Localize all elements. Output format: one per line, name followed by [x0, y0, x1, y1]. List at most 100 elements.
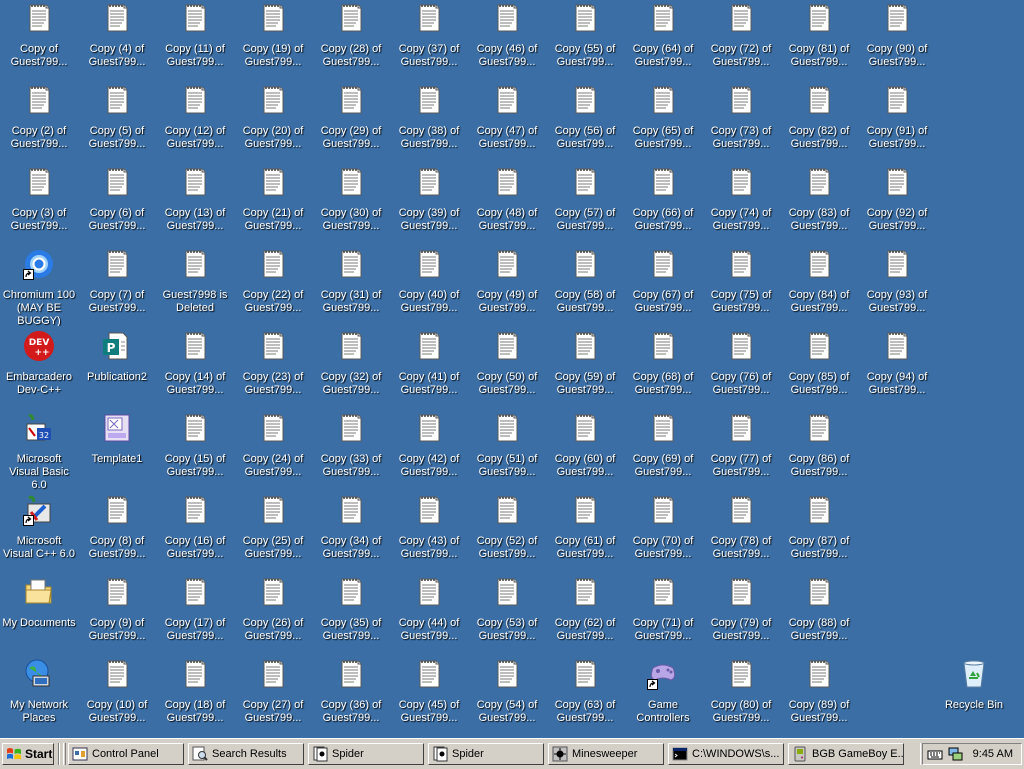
desktop-icon[interactable]: Copy (21) of Guest799...: [234, 164, 312, 244]
desktop-icon[interactable]: Copy (33) of Guest799...: [312, 410, 390, 490]
desktop-icon[interactable]: Copy (4) of Guest799...: [78, 0, 156, 80]
desktop-icon[interactable]: Copy (32) of Guest799...: [312, 328, 390, 408]
desktop-icon[interactable]: Copy (50) of Guest799...: [468, 328, 546, 408]
taskbar-button[interactable]: Spider: [308, 743, 424, 765]
desktop-icon[interactable]: Copy (20) of Guest799...: [234, 82, 312, 162]
desktop-icon[interactable]: Copy (72) of Guest799...: [702, 0, 780, 80]
desktop-icon[interactable]: Copy (53) of Guest799...: [468, 574, 546, 654]
desktop-icon[interactable]: Copy (61) of Guest799...: [546, 492, 624, 572]
desktop-icon[interactable]: Copy (49) of Guest799...: [468, 246, 546, 326]
desktop-icon[interactable]: Copy (47) of Guest799...: [468, 82, 546, 162]
keyboard-icon[interactable]: [927, 746, 943, 762]
desktop-icon[interactable]: Copy (15) of Guest799...: [156, 410, 234, 490]
desktop-icon[interactable]: Copy (83) of Guest799...: [780, 164, 858, 244]
desktop-icon[interactable]: Copy (56) of Guest799...: [546, 82, 624, 162]
desktop-icon[interactable]: Copy of Guest799...: [0, 0, 78, 80]
desktop-icon[interactable]: Copy (69) of Guest799...: [624, 410, 702, 490]
desktop-icon[interactable]: Copy (88) of Guest799...: [780, 574, 858, 654]
taskbar-button[interactable]: Search Results: [188, 743, 304, 765]
desktop-icon[interactable]: Copy (12) of Guest799...: [156, 82, 234, 162]
desktop-icon[interactable]: My Documents: [0, 574, 78, 654]
desktop-icon[interactable]: Copy (36) of Guest799...: [312, 656, 390, 736]
desktop-icon[interactable]: Template1: [78, 410, 156, 490]
desktop-icon[interactable]: Copy (57) of Guest799...: [546, 164, 624, 244]
desktop-icon[interactable]: Copy (87) of Guest799...: [780, 492, 858, 572]
taskbar-button[interactable]: Minesweeper: [548, 743, 664, 765]
taskbar-button[interactable]: BGB GameBoy E...: [788, 743, 904, 765]
desktop-icon[interactable]: Copy (46) of Guest799...: [468, 0, 546, 80]
desktop-icon[interactable]: Copy (44) of Guest799...: [390, 574, 468, 654]
desktop-icon[interactable]: Copy (82) of Guest799...: [780, 82, 858, 162]
desktop-icon[interactable]: Copy (40) of Guest799...: [390, 246, 468, 326]
desktop-icon[interactable]: Copy (77) of Guest799...: [702, 410, 780, 490]
desktop-icon[interactable]: Copy (70) of Guest799...: [624, 492, 702, 572]
clock[interactable]: 9:45 AM: [973, 748, 1013, 760]
desktop-icon[interactable]: Game Controllers: [624, 656, 702, 736]
network-tray-icon[interactable]: [947, 746, 963, 762]
desktop-icon[interactable]: Copy (91) of Guest799...: [858, 82, 936, 162]
desktop-icon[interactable]: Copy (13) of Guest799...: [156, 164, 234, 244]
desktop-icon[interactable]: Copy (5) of Guest799...: [78, 82, 156, 162]
desktop-icon[interactable]: Copy (6) of Guest799...: [78, 164, 156, 244]
taskbar-button[interactable]: C:\WINDOWS\s...: [668, 743, 784, 765]
desktop-icon[interactable]: Copy (54) of Guest799...: [468, 656, 546, 736]
desktop-icon[interactable]: Copy (38) of Guest799...: [390, 82, 468, 162]
desktop-icon[interactable]: Chromium 100 (MAY BE BUGGY): [0, 246, 78, 326]
desktop-icon[interactable]: Copy (24) of Guest799...: [234, 410, 312, 490]
desktop-icon[interactable]: Copy (94) of Guest799...: [858, 328, 936, 408]
desktop-icon[interactable]: Copy (68) of Guest799...: [624, 328, 702, 408]
desktop-icon[interactable]: Copy (93) of Guest799...: [858, 246, 936, 326]
desktop-icon[interactable]: Copy (22) of Guest799...: [234, 246, 312, 326]
desktop-icon[interactable]: Copy (43) of Guest799...: [390, 492, 468, 572]
desktop-icon[interactable]: Microsoft Visual C++ 6.0: [0, 492, 78, 572]
desktop-icon[interactable]: Copy (9) of Guest799...: [78, 574, 156, 654]
desktop-icon[interactable]: Copy (23) of Guest799...: [234, 328, 312, 408]
desktop-icon[interactable]: Copy (11) of Guest799...: [156, 0, 234, 80]
desktop-icon[interactable]: Copy (52) of Guest799...: [468, 492, 546, 572]
desktop-icon[interactable]: Copy (29) of Guest799...: [312, 82, 390, 162]
desktop-icon[interactable]: Copy (18) of Guest799...: [156, 656, 234, 736]
desktop-icon[interactable]: Copy (42) of Guest799...: [390, 410, 468, 490]
desktop-icon[interactable]: Copy (39) of Guest799...: [390, 164, 468, 244]
desktop-icon[interactable]: Copy (27) of Guest799...: [234, 656, 312, 736]
desktop-icon[interactable]: Copy (81) of Guest799...: [780, 0, 858, 80]
desktop-icon[interactable]: P Publication2: [78, 328, 156, 408]
start-button[interactable]: Start: [2, 743, 54, 765]
desktop-icon[interactable]: Copy (79) of Guest799...: [702, 574, 780, 654]
desktop-icon[interactable]: Copy (90) of Guest799...: [858, 0, 936, 80]
desktop-icon[interactable]: Copy (19) of Guest799...: [234, 0, 312, 80]
desktop-icon[interactable]: Copy (10) of Guest799...: [78, 656, 156, 736]
desktop-icon[interactable]: Copy (80) of Guest799...: [702, 656, 780, 736]
desktop-icon[interactable]: Copy (71) of Guest799...: [624, 574, 702, 654]
desktop-icon[interactable]: Copy (8) of Guest799...: [78, 492, 156, 572]
desktop-icon[interactable]: My Network Places: [0, 656, 78, 736]
desktop-icon[interactable]: Copy (78) of Guest799...: [702, 492, 780, 572]
desktop-icon[interactable]: Copy (73) of Guest799...: [702, 82, 780, 162]
desktop-icon[interactable]: Copy (16) of Guest799...: [156, 492, 234, 572]
desktop-icon[interactable]: Recycle Bin: [935, 656, 1013, 736]
desktop-icon[interactable]: Copy (66) of Guest799...: [624, 164, 702, 244]
desktop-icon[interactable]: Copy (59) of Guest799...: [546, 328, 624, 408]
desktop-icon[interactable]: Copy (60) of Guest799...: [546, 410, 624, 490]
desktop-icon[interactable]: Copy (74) of Guest799...: [702, 164, 780, 244]
desktop-icon[interactable]: Copy (41) of Guest799...: [390, 328, 468, 408]
taskbar-button[interactable]: Control Panel: [68, 743, 184, 765]
desktop-icon[interactable]: Copy (35) of Guest799...: [312, 574, 390, 654]
desktop-icon[interactable]: Copy (25) of Guest799...: [234, 492, 312, 572]
desktop-icon[interactable]: Copy (17) of Guest799...: [156, 574, 234, 654]
desktop-icon[interactable]: Copy (75) of Guest799...: [702, 246, 780, 326]
desktop-icon[interactable]: Copy (2) of Guest799...: [0, 82, 78, 162]
desktop-icon[interactable]: Copy (34) of Guest799...: [312, 492, 390, 572]
desktop-icon[interactable]: Copy (51) of Guest799...: [468, 410, 546, 490]
desktop-icon[interactable]: Copy (85) of Guest799...: [780, 328, 858, 408]
desktop-icon[interactable]: Copy (63) of Guest799...: [546, 656, 624, 736]
desktop-icon[interactable]: Copy (37) of Guest799...: [390, 0, 468, 80]
desktop-icon[interactable]: Copy (3) of Guest799...: [0, 164, 78, 244]
desktop-icon[interactable]: Copy (84) of Guest799...: [780, 246, 858, 326]
desktop-icon[interactable]: Copy (48) of Guest799...: [468, 164, 546, 244]
desktop-icon[interactable]: Copy (92) of Guest799...: [858, 164, 936, 244]
taskbar-button[interactable]: Spider: [428, 743, 544, 765]
desktop-icon[interactable]: Copy (65) of Guest799...: [624, 82, 702, 162]
desktop-icon[interactable]: Copy (58) of Guest799...: [546, 246, 624, 326]
desktop-icon[interactable]: Copy (67) of Guest799...: [624, 246, 702, 326]
